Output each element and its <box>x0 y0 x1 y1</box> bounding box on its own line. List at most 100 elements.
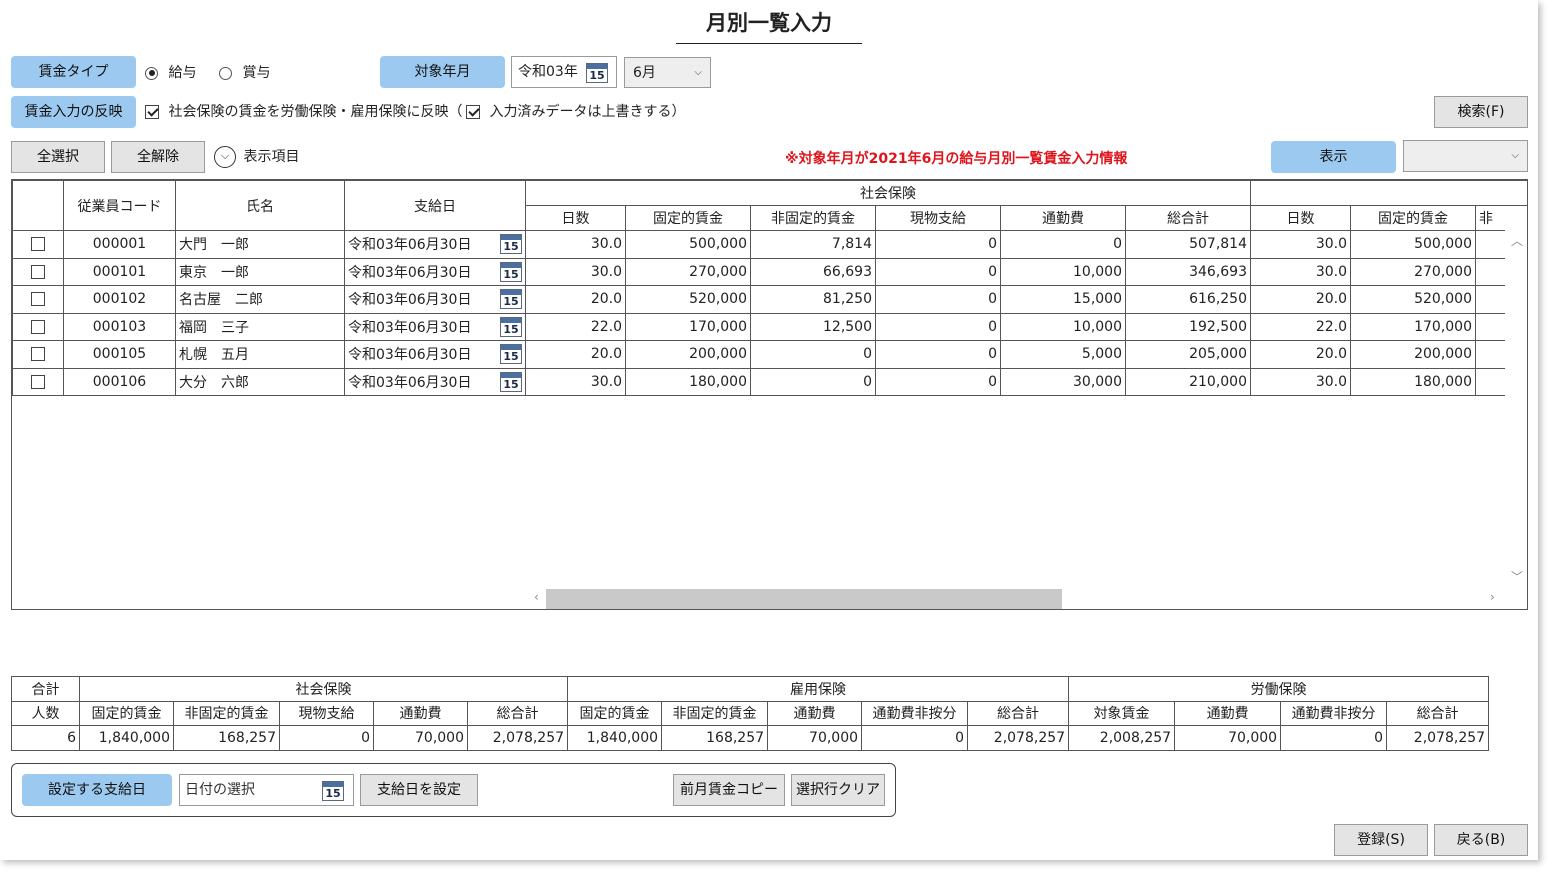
table-row[interactable]: 000102 名古屋 二郎 令和03年06月30日 15 20.0 520,000 81,2… <box>12 285 1527 314</box>
employee-name[interactable]: 東京 一郎 <box>175 257 345 286</box>
commute[interactable]: 0 <box>1000 230 1126 259</box>
calendar-icon[interactable]: 15 <box>322 781 344 801</box>
radio-salary-indicator[interactable] <box>145 66 158 80</box>
pay-date[interactable]: 令和03年06月30日 15 <box>344 230 526 259</box>
fixed-wage2[interactable]: 200,000 <box>1350 340 1476 369</box>
row-checkbox-cell[interactable] <box>12 257 64 286</box>
pay-date[interactable]: 令和03年06月30日 15 <box>344 340 526 369</box>
radio-salary[interactable]: 給与 <box>145 63 196 83</box>
commute[interactable]: 15,000 <box>1000 285 1126 314</box>
employee-name[interactable]: 札幌 五月 <box>175 340 345 369</box>
row-checkbox-cell[interactable] <box>12 285 64 314</box>
employee-name[interactable]: 福岡 三子 <box>175 312 345 341</box>
days2[interactable]: 22.0 <box>1250 312 1351 341</box>
horizontal-scroll-thumb[interactable] <box>546 589 1062 609</box>
calendar-icon[interactable]: 15 <box>586 63 608 83</box>
nonfixed-wage[interactable]: 66,693 <box>750 257 876 286</box>
days2[interactable]: 30.0 <box>1250 230 1351 259</box>
calendar-icon[interactable]: 15 <box>500 316 522 337</box>
display-items-toggle[interactable]: ⌵ 表示項目 <box>214 146 299 168</box>
pay-date[interactable]: 令和03年06月30日 15 <box>344 285 526 314</box>
row-checkbox[interactable] <box>31 292 45 307</box>
employee-name[interactable]: 大門 一郎 <box>175 230 345 259</box>
commute[interactable]: 30,000 <box>1000 367 1126 396</box>
calendar-icon[interactable]: 15 <box>500 344 522 364</box>
calendar-icon[interactable]: 15 <box>500 261 522 282</box>
target-month-select[interactable]: 6月 ⌵ <box>624 57 711 88</box>
days2[interactable]: 20.0 <box>1250 340 1351 369</box>
inkind[interactable]: 0 <box>875 257 1001 286</box>
employee-code[interactable]: 000102 <box>63 285 176 314</box>
paydate-input[interactable]: 日付の選択 15 <box>179 774 354 806</box>
commute[interactable]: 10,000 <box>1000 312 1126 341</box>
fixed-wage[interactable]: 170,000 <box>625 312 751 341</box>
scroll-left-icon[interactable]: ‹ <box>534 590 539 604</box>
register-button[interactable]: 登録(S) <box>1334 824 1428 856</box>
days[interactable]: 30.0 <box>525 257 626 286</box>
fixed-wage[interactable]: 270,000 <box>625 257 751 286</box>
fixed-wage2[interactable]: 170,000 <box>1350 312 1476 341</box>
fixed-wage2[interactable]: 520,000 <box>1350 285 1476 314</box>
nonfixed-wage[interactable]: 0 <box>750 340 876 369</box>
total[interactable]: 192,500 <box>1125 312 1251 341</box>
table-row[interactable]: 000103 福岡 三子 令和03年06月30日 15 22.0 170,000 12,50… <box>12 312 1527 341</box>
vertical-scrollbar[interactable]: ︿ ﹀ <box>1505 230 1527 590</box>
commute[interactable]: 5,000 <box>1000 340 1126 369</box>
inkind[interactable]: 0 <box>875 367 1001 396</box>
table-row[interactable]: 000106 大分 六郎 令和03年06月30日 15 30.0 180,000 0 0 30,… <box>12 367 1527 396</box>
days[interactable]: 22.0 <box>525 312 626 341</box>
clear-selected-rows-button[interactable]: 選択行クリア <box>791 774 885 806</box>
calendar-icon[interactable]: 15 <box>500 289 522 309</box>
row-checkbox-cell[interactable] <box>12 367 64 396</box>
row-checkbox-cell[interactable] <box>12 312 64 341</box>
fixed-wage[interactable]: 180,000 <box>625 367 751 396</box>
pay-date[interactable]: 令和03年06月30日 15 <box>344 257 526 286</box>
scroll-right-icon[interactable]: › <box>1490 590 1495 604</box>
copy-prev-month-button[interactable]: 前月賃金コピー <box>673 774 785 806</box>
target-year-field[interactable]: 令和03年 15 <box>511 56 617 88</box>
inkind[interactable]: 0 <box>875 285 1001 314</box>
reflect-checkbox[interactable] <box>145 105 159 119</box>
deselect-all-button[interactable]: 全解除 <box>111 141 205 173</box>
fixed-wage2[interactable]: 270,000 <box>1350 257 1476 286</box>
days[interactable]: 20.0 <box>525 340 626 369</box>
employee-code[interactable]: 000106 <box>63 367 176 396</box>
fixed-wage[interactable]: 500,000 <box>625 230 751 259</box>
fixed-wage2[interactable]: 500,000 <box>1350 230 1476 259</box>
set-paydate-button[interactable]: 支給日を設定 <box>360 774 478 806</box>
overwrite-checkbox[interactable] <box>466 105 480 119</box>
employee-name[interactable]: 大分 六郎 <box>175 367 345 396</box>
radio-bonus-indicator[interactable] <box>219 66 232 80</box>
total[interactable]: 616,250 <box>1125 285 1251 314</box>
table-row[interactable]: 000105 札幌 五月 令和03年06月30日 15 20.0 200,000 0 0 5,0… <box>12 340 1527 369</box>
horizontal-scrollbar[interactable]: ‹ › <box>534 587 1514 609</box>
overwrite-option[interactable]: 入力済みデータは上書きする） <box>466 102 685 122</box>
inkind[interactable]: 0 <box>875 312 1001 341</box>
nonfixed-wage[interactable]: 7,814 <box>750 230 876 259</box>
total[interactable]: 346,693 <box>1125 257 1251 286</box>
row-checkbox[interactable] <box>31 319 45 334</box>
days2[interactable]: 30.0 <box>1250 257 1351 286</box>
scroll-down-icon[interactable]: ﹀ <box>1511 568 1523 585</box>
table-row[interactable]: 000001 大門 一郎 令和03年06月30日 15 30.0 500,000 7,814… <box>12 230 1527 259</box>
search-button[interactable]: 検索(F) <box>1434 96 1528 128</box>
reflect-option1[interactable]: 社会保険の賃金を労働保険・雇用保険に反映（ <box>145 102 462 122</box>
inkind[interactable]: 0 <box>875 340 1001 369</box>
employee-code[interactable]: 000001 <box>63 230 176 259</box>
row-checkbox[interactable] <box>31 374 45 389</box>
row-checkbox-cell[interactable] <box>12 340 64 369</box>
fixed-wage[interactable]: 520,000 <box>625 285 751 314</box>
employee-name[interactable]: 名古屋 二郎 <box>175 285 345 314</box>
employee-code[interactable]: 000101 <box>63 257 176 286</box>
row-checkbox[interactable] <box>31 264 45 279</box>
days2[interactable]: 20.0 <box>1250 285 1351 314</box>
total[interactable]: 507,814 <box>1125 230 1251 259</box>
days2[interactable]: 30.0 <box>1250 367 1351 396</box>
display-select[interactable]: ⌵ <box>1403 140 1528 172</box>
nonfixed-wage[interactable]: 0 <box>750 367 876 396</box>
nonfixed-wage[interactable]: 12,500 <box>750 312 876 341</box>
employee-code[interactable]: 000103 <box>63 312 176 341</box>
days[interactable]: 30.0 <box>525 367 626 396</box>
pay-date[interactable]: 令和03年06月30日 15 <box>344 312 526 341</box>
row-checkbox-cell[interactable] <box>12 230 64 259</box>
